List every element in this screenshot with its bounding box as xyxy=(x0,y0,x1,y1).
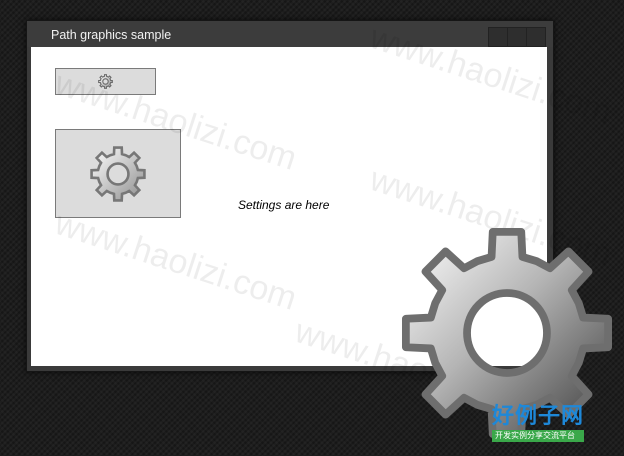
window-title: Path graphics sample xyxy=(51,28,172,42)
close-button[interactable] xyxy=(526,27,546,47)
small-gear-button[interactable] xyxy=(55,68,156,95)
logo-title: 好例子网 xyxy=(492,403,585,429)
minimize-button[interactable] xyxy=(488,27,508,47)
settings-label: Settings are here xyxy=(238,198,330,212)
gear-icon xyxy=(90,145,146,202)
title-bar[interactable]: Path graphics sample xyxy=(27,21,553,47)
maximize-button[interactable] xyxy=(507,27,527,47)
logo-subtitle: 开发实例分享交流平台 xyxy=(492,430,585,442)
gear-icon xyxy=(98,74,113,89)
site-logo: 好例子网 开发实例分享交流平台 xyxy=(492,403,585,442)
large-gear-button[interactable] xyxy=(55,129,181,218)
